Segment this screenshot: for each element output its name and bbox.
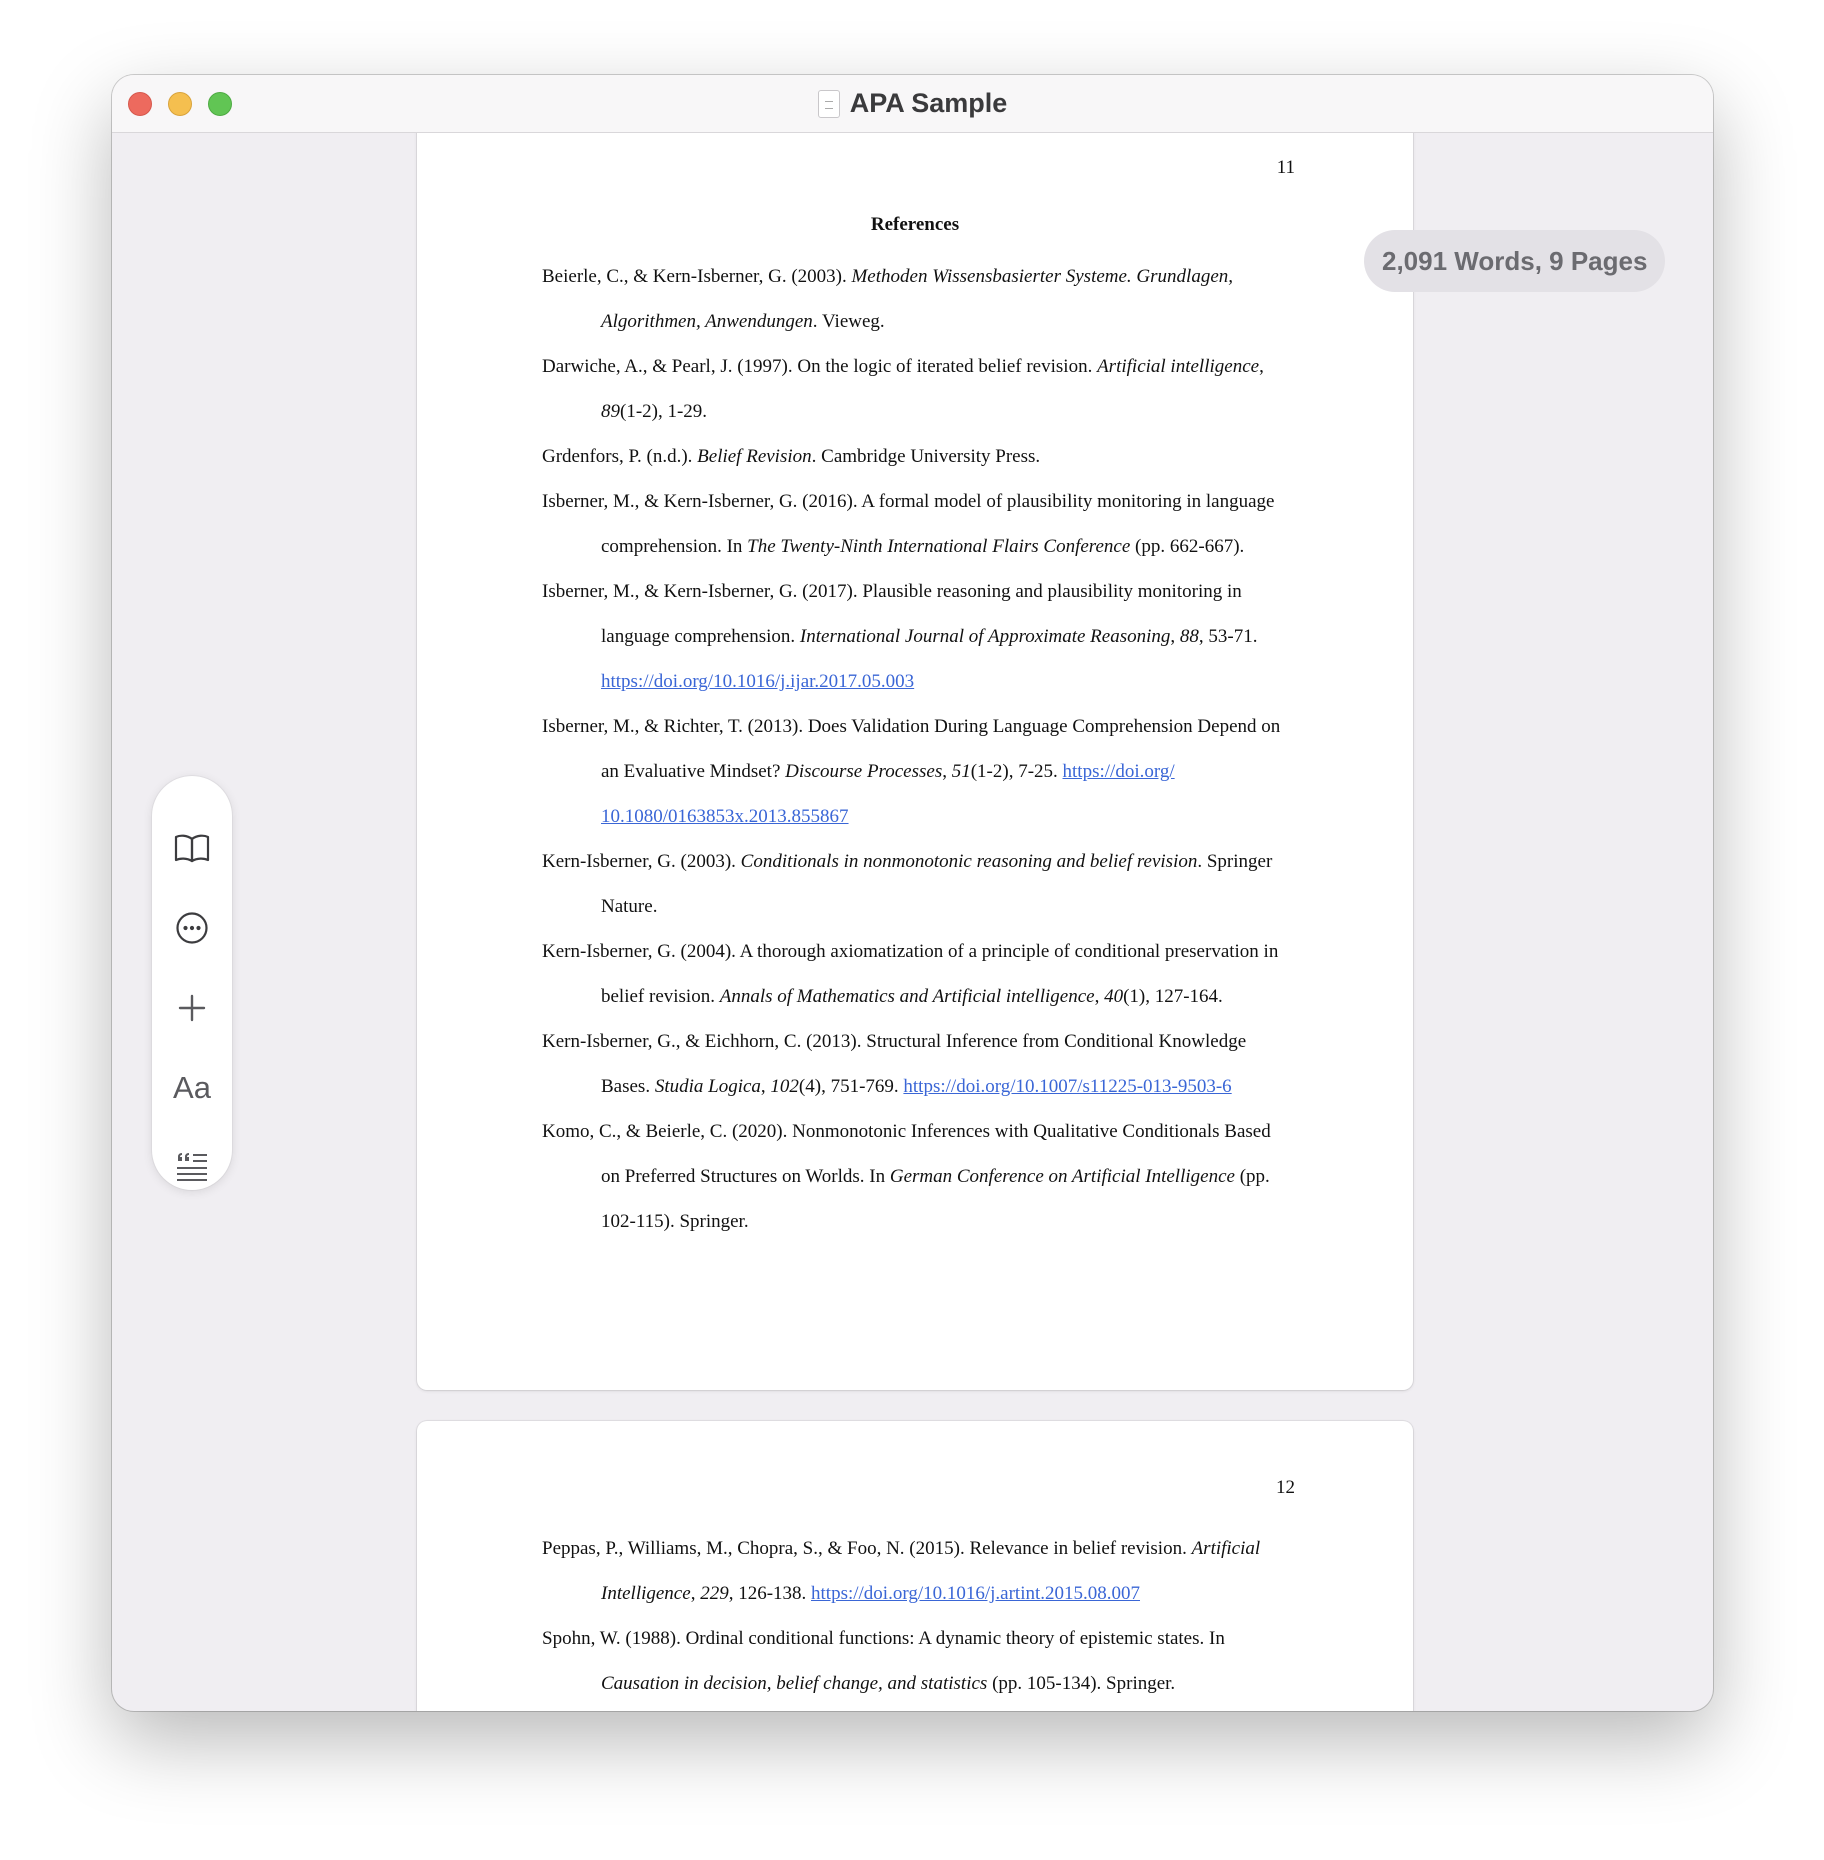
reference-entry: Komo, C., & Beierle, C. (2020). Nonmonot… [542, 1121, 1271, 1232]
reference-entry: Darwiche, A., & Pearl, J. (1997). On the… [542, 356, 1264, 422]
ellipsis-circle-icon [176, 912, 208, 944]
text-format-button[interactable]: Aa [152, 1058, 232, 1118]
word-count-badge: 2,091 Words, 9 Pages [1364, 230, 1666, 292]
reference-entry: Isberner, M., & Richter, T. (2013). Does… [542, 716, 1281, 827]
window-title-group: APA Sample [112, 75, 1713, 132]
doi-link[interactable]: https://doi.org/10.1007/s11225-013-9503-… [903, 1076, 1231, 1097]
window-title: APA Sample [849, 88, 1008, 118]
book-button[interactable] [152, 818, 232, 878]
reference-entry: Isberner, M., & Kern-Isberner, G. (2016)… [542, 491, 1275, 557]
reference-entry: Kern-Isberner, G. (2004). A thorough axi… [542, 941, 1279, 1007]
reference-entry: Grdenfors, P. (n.d.). Belief Revision. C… [542, 446, 1041, 467]
side-toolbar: Aa [152, 776, 232, 1190]
reference-entry: Beierle, C., & Kern-Isberner, G. (2003).… [542, 266, 1234, 332]
add-button[interactable] [152, 978, 232, 1038]
text-format-icon: Aa [173, 1070, 211, 1105]
reference-entry: Kern-Isberner, G. (2003). Conditionals i… [542, 851, 1273, 917]
reference-entry: Isberner, M., & Kern-Isberner, G. (2017)… [542, 581, 1258, 692]
reference-entry: Spohn, W. (1988). Ordinal conditional fu… [542, 1628, 1225, 1694]
page-number: 11 [1276, 157, 1295, 178]
reference-list: Beierle, C., & Kern-Isberner, G. (2003).… [542, 254, 1302, 1244]
reference-entry: Peppas, P., Williams, M., Chopra, S., & … [542, 1538, 1261, 1604]
reference-list: Peppas, P., Williams, M., Chopra, S., & … [542, 1526, 1302, 1706]
doi-link-continued[interactable]: 10.1080/0163853x.2013.855867 [601, 806, 849, 827]
title-bar: APA Sample [112, 75, 1713, 133]
quote-button[interactable] [152, 1136, 232, 1196]
plus-icon [178, 994, 206, 1022]
doi-link[interactable]: https://doi.org/ [1063, 761, 1175, 782]
document-icon [817, 89, 840, 118]
doi-link[interactable]: https://doi.org/10.1016/j.ijar.2017.05.0… [601, 671, 914, 692]
document-page[interactable]: 11 References Beierle, C., & Kern-Isbern… [417, 133, 1413, 1390]
document-page[interactable]: 12 Peppas, P., Williams, M., Chopra, S.,… [417, 1421, 1413, 1711]
document-canvas[interactable]: 11 References Beierle, C., & Kern-Isbern… [112, 133, 1713, 1711]
references-heading: References [870, 214, 960, 235]
page-number: 12 [1276, 1477, 1295, 1498]
app-window: APA Sample 11 References Beierle, C., & … [112, 75, 1713, 1711]
reference-entry: Kern-Isberner, G., & Eichhorn, C. (2013)… [542, 1031, 1247, 1097]
more-button[interactable] [152, 898, 232, 958]
book-icon [174, 834, 210, 863]
quote-icon [177, 1153, 207, 1181]
doi-link[interactable]: https://doi.org/10.1016/j.artint.2015.08… [811, 1583, 1140, 1604]
